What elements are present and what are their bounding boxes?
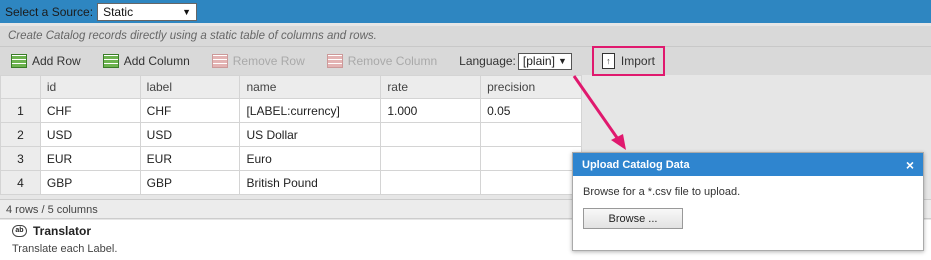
description: Create Catalog records directly using a … bbox=[0, 26, 931, 46]
cell-id[interactable]: USD bbox=[39, 122, 141, 147]
cell-label[interactable]: GBP bbox=[139, 170, 241, 195]
import-label: Import bbox=[620, 54, 655, 68]
dialog-header: Upload Catalog Data × bbox=[573, 153, 923, 176]
source-select-value: Static bbox=[103, 4, 134, 19]
remove-column-button[interactable]: Remove Column bbox=[326, 51, 438, 71]
add-column-icon bbox=[102, 54, 119, 68]
cell-id[interactable]: CHF bbox=[39, 98, 141, 123]
table-row[interactable]: 3 EUR EUR Euro bbox=[0, 146, 582, 171]
caret-down-icon: ▼ bbox=[182, 6, 192, 17]
cell-id[interactable]: EUR bbox=[39, 146, 141, 171]
table-header-row: id label name rate precision bbox=[0, 75, 582, 99]
row-number: 4 bbox=[0, 170, 41, 195]
add-column-label: Add Column bbox=[123, 54, 190, 68]
row-number: 3 bbox=[0, 146, 41, 171]
table-row[interactable]: 2 USD USD US Dollar bbox=[0, 122, 582, 147]
column-header[interactable]: precision bbox=[480, 75, 582, 99]
cell-precision[interactable]: 0.05 bbox=[480, 98, 582, 123]
cell-precision[interactable] bbox=[480, 146, 582, 171]
cell-label[interactable]: CHF bbox=[139, 98, 241, 123]
add-row-label: Add Row bbox=[32, 54, 81, 68]
source-label: Select a Source: bbox=[5, 4, 94, 19]
source-select[interactable]: Static ▼ bbox=[97, 2, 198, 21]
dialog-title: Upload Catalog Data bbox=[582, 158, 690, 171]
column-header[interactable]: rate bbox=[380, 75, 482, 99]
cell-id[interactable]: GBP bbox=[39, 170, 141, 195]
language-label: Language: bbox=[459, 54, 516, 68]
browse-button[interactable]: Browse ... bbox=[583, 208, 683, 229]
dialog-message: Browse for a *.csv file to upload. bbox=[583, 186, 741, 198]
cell-rate[interactable] bbox=[380, 146, 482, 171]
dialog-body: Browse for a *.csv file to upload. Brows… bbox=[573, 176, 923, 239]
remove-row-icon bbox=[211, 54, 228, 68]
cell-label[interactable]: EUR bbox=[139, 146, 241, 171]
column-header[interactable]: id bbox=[39, 75, 141, 99]
row-number: 1 bbox=[0, 98, 41, 123]
upload-dialog: Upload Catalog Data × Browse for a *.csv… bbox=[572, 152, 924, 251]
remove-row-label: Remove Row bbox=[232, 54, 305, 68]
add-column-button[interactable]: Add Column bbox=[102, 51, 190, 71]
table-row[interactable]: 1 CHF CHF [LABEL:currency] 1.000 0.05 bbox=[0, 98, 582, 123]
source-bar: Select a Source: Static ▼ bbox=[0, 0, 931, 23]
close-icon[interactable]: × bbox=[906, 157, 914, 173]
import-button[interactable]: ↑ Import bbox=[591, 46, 665, 76]
cell-label[interactable]: USD bbox=[139, 122, 241, 147]
caret-down-icon: ▼ bbox=[557, 56, 567, 66]
column-header[interactable]: label bbox=[139, 75, 241, 99]
cell-rate[interactable] bbox=[380, 122, 482, 147]
toolbar: Add Row Add Column Remove Row Remove Col… bbox=[0, 46, 931, 76]
cell-rate[interactable]: 1.000 bbox=[380, 98, 482, 123]
cell-rate[interactable] bbox=[380, 170, 482, 195]
catalog-table: id label name rate precision 1 CHF CHF [… bbox=[0, 75, 582, 195]
translator-title: Translator bbox=[33, 224, 92, 238]
translator-speech-icon: ab bbox=[12, 225, 27, 237]
cell-name[interactable]: US Dollar bbox=[239, 122, 382, 147]
add-row-icon bbox=[11, 54, 27, 68]
row-number-header bbox=[0, 75, 41, 99]
cell-name[interactable]: British Pound bbox=[239, 170, 382, 195]
remove-column-label: Remove Column bbox=[347, 54, 438, 68]
cell-precision[interactable] bbox=[480, 170, 582, 195]
import-file-icon: ↑ bbox=[601, 53, 615, 69]
language-value: [plain] bbox=[522, 54, 555, 68]
row-number: 2 bbox=[0, 122, 41, 147]
table-row[interactable]: 4 GBP GBP British Pound bbox=[0, 170, 582, 195]
add-row-button[interactable]: Add Row bbox=[11, 51, 81, 71]
column-header[interactable]: name bbox=[239, 75, 382, 99]
cell-precision[interactable] bbox=[480, 122, 582, 147]
remove-column-icon bbox=[326, 54, 343, 68]
cell-name[interactable]: [LABEL:currency] bbox=[239, 98, 382, 123]
cell-name[interactable]: Euro bbox=[239, 146, 382, 171]
language-select[interactable]: [plain] ▼ bbox=[517, 52, 572, 70]
remove-row-button[interactable]: Remove Row bbox=[211, 51, 305, 71]
